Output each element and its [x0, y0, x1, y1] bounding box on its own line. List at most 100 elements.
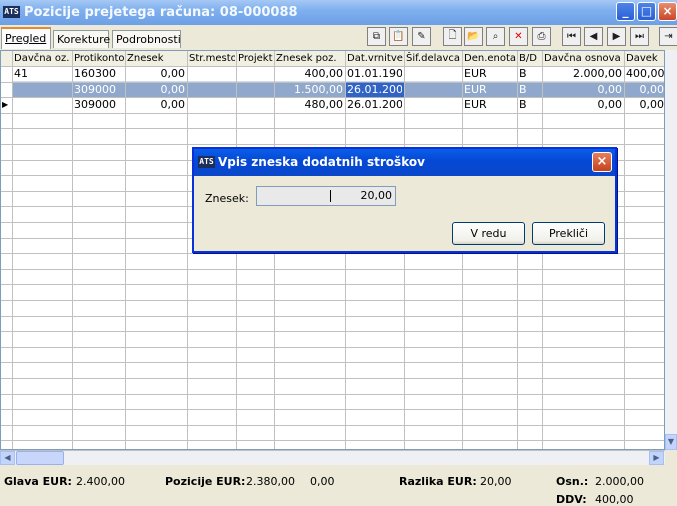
razlika-value: 20,00: [480, 475, 512, 488]
window-title: Pozicije prejetega računa: 08-000088: [24, 5, 298, 20]
column-header[interactable]: Znesek: [127, 52, 186, 65]
column-header[interactable]: Protikonto: [74, 52, 124, 65]
column-header[interactable]: Str.mesto: [189, 52, 235, 65]
copy-icon[interactable]: ⧉: [367, 27, 386, 46]
grid-cell-den-enota[interactable]: EUR: [464, 67, 515, 81]
razlika-label: Razlika EUR:: [399, 475, 477, 488]
dialog-logo-icon: ATS: [198, 156, 215, 168]
additional-costs-dialog: ATS Vpis zneska dodatnih stroškov × Znes…: [192, 147, 617, 253]
ok-button[interactable]: V redu: [452, 222, 525, 245]
first-record-icon[interactable]: ⏮: [562, 27, 581, 46]
grid-cell-sif-delavca[interactable]: [406, 98, 460, 112]
window-title-bar: ATS Pozicije prejetega računa: 08-000088…: [0, 0, 677, 25]
column-header[interactable]: Projekt: [238, 52, 273, 65]
column-header[interactable]: Davčna osnova: [544, 52, 623, 65]
grid-cell-projekt[interactable]: [238, 98, 272, 112]
grid-cell-projekt[interactable]: [238, 67, 272, 81]
tab-pregled[interactable]: Pregled: [1, 27, 51, 49]
open-folder-icon[interactable]: 📂: [464, 27, 483, 46]
grid-cell-str-mesto[interactable]: [189, 67, 234, 81]
osn-value: 2.000,00: [595, 475, 644, 488]
close-button[interactable]: ×: [658, 2, 677, 21]
ddv-value: 400,00: [595, 493, 634, 506]
horizontal-scrollbar[interactable]: ◀ ▶: [0, 450, 665, 465]
summary-bar: Glava EUR: 2.400,00 Pozicije EUR: 2.380,…: [0, 466, 677, 506]
scroll-left-icon[interactable]: ◀: [0, 451, 15, 465]
grid-cell-den-enota[interactable]: EUR: [464, 98, 515, 112]
grid-cell-bd[interactable]: B: [519, 83, 540, 97]
column-header[interactable]: Dat.vrnitve: [347, 52, 403, 65]
grid-cell-davcna-osnova[interactable]: 0,00: [544, 98, 623, 112]
scroll-corner: [665, 450, 677, 465]
edit-icon[interactable]: ✎: [412, 27, 431, 46]
maximize-button[interactable]: □: [637, 2, 656, 21]
horizontal-scroll-thumb[interactable]: [16, 451, 64, 465]
new-document-icon[interactable]: 🗋: [443, 27, 462, 46]
dialog-close-button[interactable]: ×: [592, 152, 612, 172]
paste-icon[interactable]: 📋: [389, 27, 408, 46]
current-row-indicator-icon: ▶: [2, 100, 9, 110]
grid-cell-sif-delavca[interactable]: [406, 83, 460, 97]
tab-pregled-label: Pregled: [5, 32, 47, 45]
grid-cell-str-mesto[interactable]: [189, 98, 234, 112]
column-header[interactable]: B/D: [519, 52, 541, 65]
grid-cell-dat-vrnitve[interactable]: 26.01.200: [347, 98, 402, 112]
grid-cell-den-enota[interactable]: EUR: [464, 83, 515, 97]
grid-cell-davek[interactable]: 400,00: [626, 67, 664, 81]
column-header[interactable]: Znesek poz.: [276, 52, 344, 65]
grid-cell-znesek[interactable]: 0,00: [127, 83, 186, 97]
scroll-right-icon[interactable]: ▶: [649, 451, 664, 465]
pozicije-label: Pozicije EUR:: [165, 475, 246, 488]
grid-cell-dat-vrnitve[interactable]: 01.01.190(: [347, 67, 402, 81]
tab-podrobnosti[interactable]: Podrobnosti: [112, 30, 181, 48]
znesek-label: Znesek:: [205, 192, 249, 205]
znesek-input[interactable]: 20,00: [256, 186, 396, 206]
minimize-button[interactable]: _: [616, 2, 635, 21]
grid-cell-davcna-osnova[interactable]: 2.000,00: [544, 67, 622, 81]
print-icon[interactable]: ⎙: [532, 27, 551, 46]
grid-cell-protikonto[interactable]: 309000: [74, 83, 123, 97]
grid-cell-davcna-osnova[interactable]: 0,00: [544, 83, 623, 97]
grid-cell-protikonto[interactable]: 160300: [74, 67, 123, 81]
scroll-down-icon[interactable]: ▼: [665, 434, 677, 450]
grid-cell-bd[interactable]: B: [519, 67, 540, 81]
delete-icon[interactable]: ✕: [509, 27, 528, 46]
grid-cell-dat-vrnitve[interactable]: 26.01.200: [347, 83, 402, 97]
column-header[interactable]: Den.enota: [464, 52, 516, 65]
grid-cell-str-mesto[interactable]: [189, 83, 234, 97]
previous-record-icon[interactable]: ◀: [584, 27, 603, 46]
column-header[interactable]: Davčna oz.: [14, 52, 71, 65]
grid-cell-znesek-poz[interactable]: 480,00: [276, 98, 344, 112]
find-icon[interactable]: ⌕: [486, 27, 505, 46]
grid-cell-znesek-poz[interactable]: 400,00: [276, 67, 344, 81]
glava-label: Glava EUR:: [4, 475, 72, 488]
grid-cell-znesek[interactable]: 0,00: [127, 67, 186, 81]
column-header[interactable]: Davek: [626, 52, 664, 65]
cancel-button[interactable]: Prekliči: [532, 222, 605, 245]
text-caret: [330, 190, 331, 202]
exit-icon[interactable]: ⇥: [659, 27, 677, 46]
tab-korekture[interactable]: Korekture: [53, 30, 110, 48]
last-record-icon[interactable]: ⏭: [630, 27, 649, 46]
grid-cell-davek[interactable]: 0,00: [626, 98, 665, 112]
grid-cell-davek[interactable]: 0,00: [626, 83, 665, 97]
grid-cell-znesek-poz[interactable]: 1.500,00: [276, 83, 343, 97]
column-header[interactable]: Šif.delavca: [406, 52, 461, 65]
grid-cell-protikonto[interactable]: 309000: [74, 98, 123, 112]
glava-value: 2.400,00: [76, 475, 125, 488]
osn-label: Osn.:: [556, 475, 589, 488]
grid-cell-davcna-oz[interactable]: [14, 83, 70, 97]
grid-cell-davcna-oz[interactable]: 41: [14, 67, 70, 81]
grid-cell-bd[interactable]: B: [519, 98, 540, 112]
grid-cell-projekt[interactable]: [238, 83, 272, 97]
dialog-title: Vpis zneska dodatnih stroškov: [218, 155, 425, 169]
grid-cell-davcna-oz[interactable]: [14, 98, 70, 112]
vertical-scrollbar[interactable]: ▼: [665, 50, 677, 450]
app-logo-icon: ATS: [3, 6, 20, 18]
dialog-title-bar: ATS Vpis zneska dodatnih stroškov ×: [194, 149, 615, 176]
pozicije-value: 2.380,00: [246, 475, 295, 488]
grid-cell-sif-delavca[interactable]: [406, 67, 460, 81]
next-record-icon[interactable]: ▶: [607, 27, 626, 46]
grid-cell-znesek[interactable]: 0,00: [127, 98, 186, 112]
pozicije-extra: 0,00: [310, 475, 335, 488]
